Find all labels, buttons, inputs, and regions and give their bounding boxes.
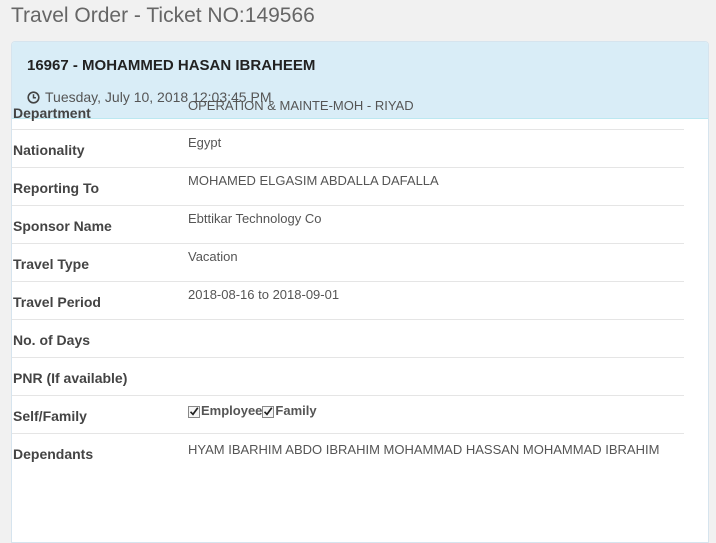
department-value: OPERATION & MAINTE-MOH - RIYAD (188, 98, 414, 113)
row-travel-period: Travel Period 2018-08-16 to 2018-09-01 (12, 282, 684, 320)
pnr-label: PNR (If available) (13, 370, 128, 386)
reporting-to-value: MOHAMED ELGASIM ABDALLA DAFALLA (188, 173, 439, 188)
row-reporting-to: Reporting To MOHAMED ELGASIM ABDALLA DAF… (12, 168, 684, 206)
travel-period-value: 2018-08-16 to 2018-09-01 (188, 287, 340, 302)
row-no-of-days: No. of Days (12, 320, 684, 358)
sponsor-name-label: Sponsor Name (13, 218, 112, 234)
details-list: Department OPERATION & MAINTE-MOH - RIYA… (12, 93, 684, 494)
department-label: Department (13, 105, 91, 121)
nationality-label: Nationality (13, 142, 85, 158)
employee-checkbox-label[interactable]: Employee (201, 403, 262, 418)
dependants-value: HYAM IBARHIM ABDO IBRAHIM MOHAMMAD HASSA… (188, 442, 660, 457)
self-family-label: Self/Family (13, 408, 87, 424)
family-checkbox[interactable] (262, 405, 275, 418)
travel-period-label: Travel Period (13, 294, 101, 310)
row-pnr: PNR (If available) (12, 358, 684, 396)
travel-type-value: Vacation (188, 249, 238, 264)
page-title: Travel Order - Ticket NO:149566 (11, 4, 315, 27)
travel-type-label: Travel Type (13, 256, 90, 272)
employee-checkbox[interactable] (188, 405, 200, 418)
dependants-label: Dependants (13, 446, 94, 462)
row-department: Department OPERATION & MAINTE-MOH - RIYA… (12, 93, 684, 130)
employee-name: 16967 - MOHAMMED HASAN IBRAHEEM (27, 57, 316, 74)
reporting-to-label: Reporting To (13, 180, 100, 196)
row-dependants: Dependants HYAM IBARHIM ABDO IBRAHIM MOH… (12, 434, 684, 494)
row-self-family: Self/Family Employee Family (12, 396, 684, 434)
no-of-days-label: No. of Days (13, 332, 91, 348)
row-nationality: Nationality Egypt (12, 130, 684, 168)
family-checkbox-label[interactable]: Family (275, 403, 316, 418)
row-sponsor-name: Sponsor Name Ebttikar Technology Co (12, 206, 684, 244)
row-travel-type: Travel Type Vacation (12, 244, 684, 282)
nationality-value: Egypt (188, 135, 222, 150)
sponsor-name-value: Ebttikar Technology Co (188, 211, 322, 226)
self-family-options: Employee Family (188, 403, 317, 418)
